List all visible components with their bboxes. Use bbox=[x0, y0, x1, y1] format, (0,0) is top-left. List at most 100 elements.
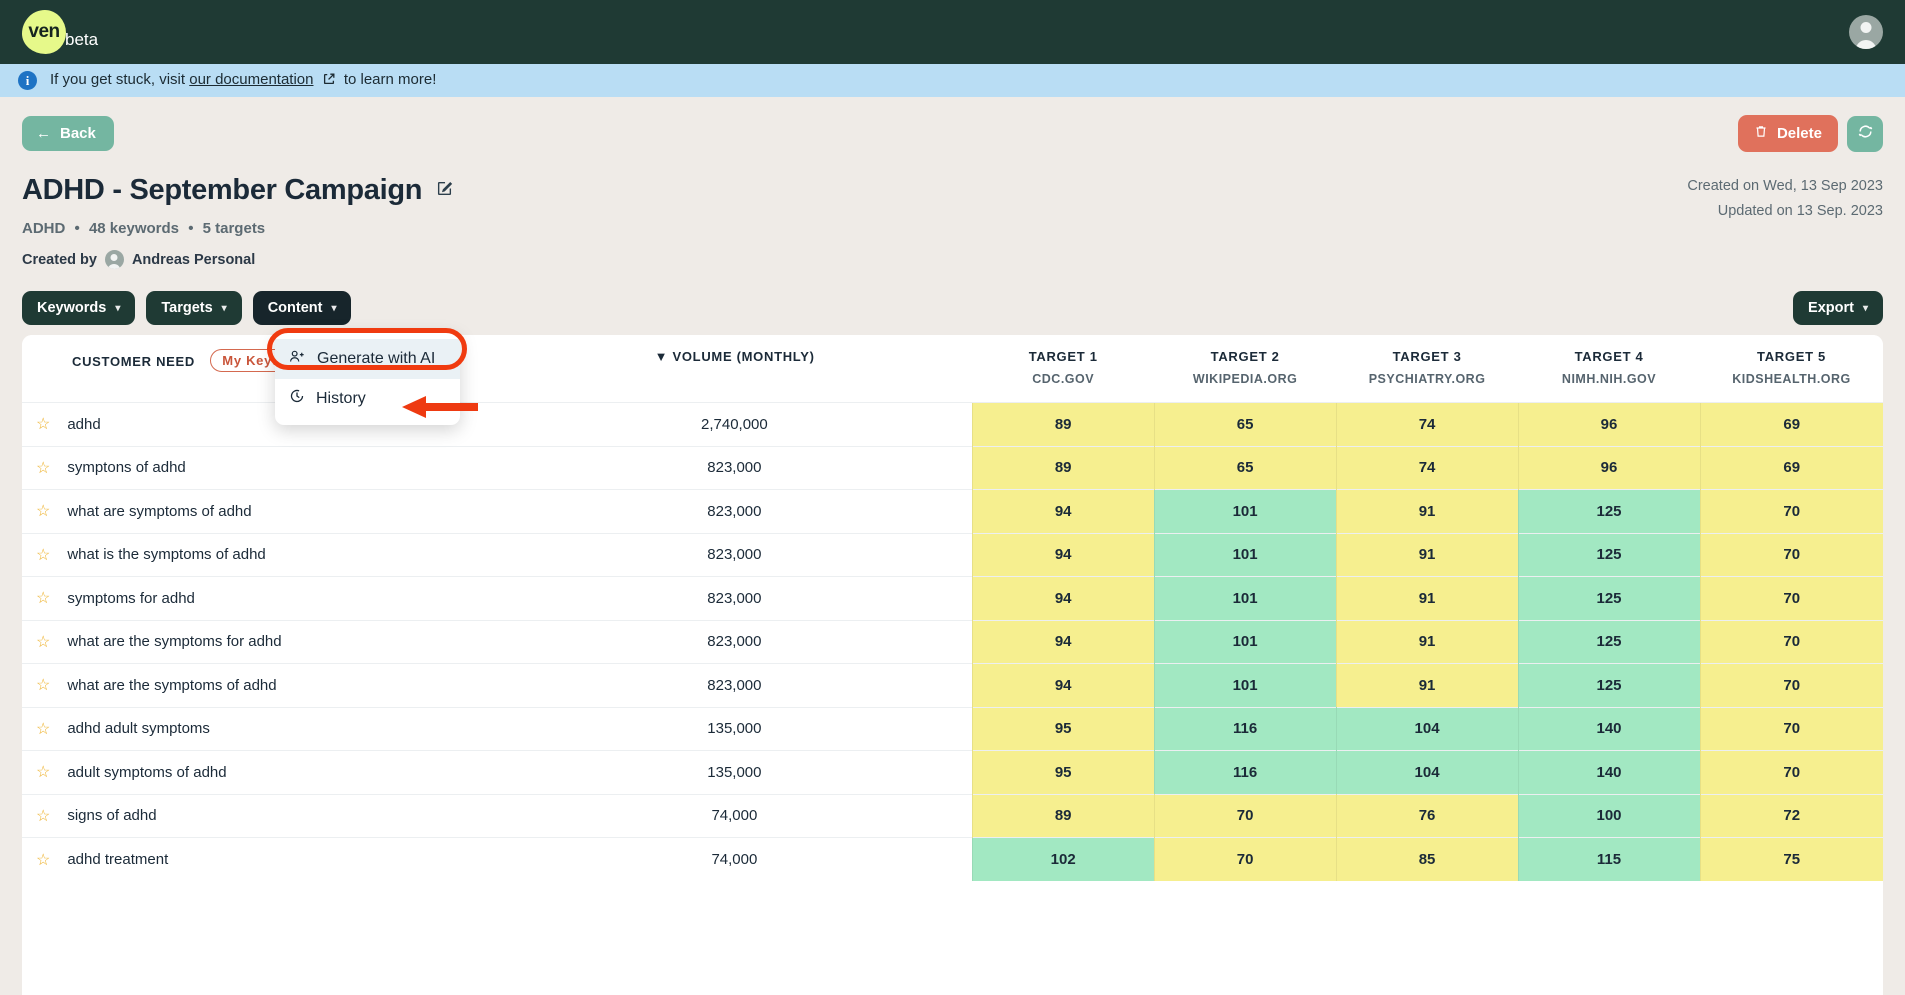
cell-target-2-score: 101 bbox=[1153, 619, 1337, 664]
cell-target-3-score: 91 bbox=[1335, 576, 1519, 620]
column-target-3[interactable]: TARGET 3 PSYCHIATRY.ORG bbox=[1336, 335, 1519, 403]
table-row[interactable]: ☆ symptons of adhd 823,000 89 65 74 96 69 bbox=[22, 445, 1883, 490]
creator-avatar bbox=[104, 250, 124, 269]
column-target-5[interactable]: TARGET 5 KIDSHEALTH.ORG bbox=[1700, 335, 1883, 403]
cell-target-5-score: 70 bbox=[1699, 489, 1883, 533]
banner-suffix: to learn more! bbox=[343, 71, 437, 88]
table-row[interactable]: ☆ adhd treatment 74,000 102 70 85 115 75 bbox=[22, 837, 1883, 881]
column-target-4[interactable]: TARGET 4 NIMH.NIH.GOV bbox=[1518, 335, 1700, 403]
cell-volume: 135,000 bbox=[497, 706, 973, 751]
cell-target-5-score: 69 bbox=[1699, 445, 1883, 490]
target-1-number: TARGET 1 bbox=[1028, 349, 1098, 364]
table-row[interactable]: ☆ adhd adult symptoms 135,000 95 116 104 140 70 bbox=[22, 706, 1883, 751]
external-link-icon bbox=[322, 72, 336, 90]
documentation-link[interactable]: our documentation bbox=[189, 71, 313, 88]
star-outline-icon[interactable]: ☆ bbox=[36, 762, 50, 782]
delete-button[interactable]: Delete bbox=[1737, 115, 1838, 152]
keywords-menu-button[interactable]: Keywords ▾ bbox=[22, 291, 136, 325]
star-outline-icon[interactable]: ☆ bbox=[36, 588, 50, 608]
column-customer-need-label: CUSTOMER NEED bbox=[72, 354, 195, 369]
content-dropdown-menu: Generate with AI History bbox=[267, 328, 467, 425]
logo-text: ven bbox=[28, 21, 60, 42]
cell-target-1-score: 95 bbox=[971, 706, 1155, 751]
timestamps-block: Created on Wed, 13 Sep 2023 Updated on 1… bbox=[1687, 174, 1883, 223]
cell-target-4-score: 125 bbox=[1517, 619, 1700, 664]
cell-volume: 74,000 bbox=[497, 793, 973, 838]
column-target-2[interactable]: TARGET 2 WIKIPEDIA.ORG bbox=[1154, 335, 1337, 403]
created-on-text: Created on Wed, 13 Sep 2023 bbox=[1687, 178, 1883, 194]
back-button[interactable]: ← Back bbox=[22, 116, 114, 151]
cell-target-3-score: 76 bbox=[1335, 793, 1519, 838]
menu-item-generate-with-ai[interactable]: Generate with AI bbox=[267, 328, 467, 379]
star-outline-icon[interactable]: ☆ bbox=[36, 458, 50, 478]
cell-target-4-score: 100 bbox=[1517, 793, 1700, 838]
cell-volume: 823,000 bbox=[497, 445, 973, 490]
cell-target-2-score: 101 bbox=[1153, 576, 1337, 620]
table-row[interactable]: ☆ what are symptoms of adhd 823,000 94 101 91… bbox=[22, 489, 1883, 533]
targets-menu-button[interactable]: Targets ▾ bbox=[146, 291, 242, 325]
menu-item-history[interactable]: History bbox=[275, 379, 460, 418]
table-row[interactable]: ☆ signs of adhd 74,000 89 70 76 100 72 bbox=[22, 793, 1883, 838]
keywords-menu-label: Keywords bbox=[37, 300, 107, 316]
cell-target-2-score: 70 bbox=[1153, 837, 1337, 881]
target-5-number: TARGET 5 bbox=[1757, 349, 1826, 364]
keyword-label: symptons of adhd bbox=[67, 459, 186, 477]
refresh-button[interactable] bbox=[1847, 115, 1883, 152]
table-row[interactable]: ☆ adult symptoms of adhd 135,000 95 116 104 14… bbox=[22, 750, 1883, 794]
target-3-number: TARGET 3 bbox=[1392, 349, 1462, 364]
keyword-label: adhd treatment bbox=[67, 851, 169, 868]
cell-keyword: ☆ what is the symptoms of adhd bbox=[22, 532, 498, 577]
keyword-label: what are symptoms of adhd bbox=[67, 502, 252, 520]
keyword-label: adult symptoms of adhd bbox=[67, 763, 227, 781]
edit-pencil-icon[interactable] bbox=[436, 180, 453, 202]
chevron-down-icon: ▾ bbox=[1862, 302, 1868, 314]
cell-target-2-score: 65 bbox=[1153, 445, 1337, 490]
target-5-domain: KIDSHEALTH.ORG bbox=[1732, 372, 1851, 386]
content-menu-button[interactable]: Content ▾ bbox=[252, 291, 352, 325]
cell-target-4-score: 115 bbox=[1517, 837, 1700, 881]
keywords-table-container[interactable]: CUSTOMER NEED My Keyword ▼ VOLUME (MONTH… bbox=[22, 335, 1883, 995]
column-target-1[interactable]: TARGET 1 CDC.GOV bbox=[972, 335, 1155, 403]
cell-target-1-score: 94 bbox=[971, 619, 1155, 664]
table-row[interactable]: ☆ what are the symptoms of adhd 823,000 94 1… bbox=[22, 663, 1883, 707]
cell-target-5-score: 70 bbox=[1699, 750, 1883, 794]
cell-target-5-score: 69 bbox=[1699, 402, 1883, 446]
cell-target-3-score: 91 bbox=[1335, 489, 1519, 533]
cell-target-5-score: 70 bbox=[1699, 576, 1883, 620]
subtitle-targets: 5 targets bbox=[202, 220, 266, 237]
banner-text: If you get stuck, visit our documentatio… bbox=[50, 71, 436, 90]
export-menu-button[interactable]: Export ▾ bbox=[1793, 291, 1883, 325]
cell-target-2-score: 65 bbox=[1153, 402, 1337, 446]
brand-logo[interactable]: ven beta bbox=[22, 10, 98, 54]
cell-target-2-score: 116 bbox=[1153, 706, 1337, 751]
table-body: ☆ adhd 2,740,000 89 65 74 96 69 ☆ symptons of adh… bbox=[22, 402, 1883, 881]
target-2-number: TARGET 2 bbox=[1210, 349, 1280, 364]
star-outline-icon[interactable]: ☆ bbox=[36, 806, 50, 826]
header-right-actions: Delete bbox=[1737, 115, 1883, 152]
keyword-label: what are the symptoms for adhd bbox=[67, 633, 282, 651]
avatar[interactable] bbox=[1849, 15, 1883, 49]
toolbar-left-group: Keywords ▾ Targets ▾ Content ▾ bbox=[22, 291, 352, 325]
chevron-down-icon: ▾ bbox=[221, 302, 227, 314]
keyword-label: symptoms for adhd bbox=[67, 589, 195, 607]
star-outline-icon[interactable]: ☆ bbox=[36, 501, 50, 521]
page-title: ADHD - September Campaign bbox=[22, 174, 423, 206]
star-outline-icon[interactable]: ☆ bbox=[36, 632, 50, 652]
table-row[interactable]: ☆ what is the symptoms of adhd 823,000 94 10… bbox=[22, 532, 1883, 577]
star-outline-icon[interactable]: ☆ bbox=[36, 675, 50, 695]
delete-button-label: Delete bbox=[1776, 125, 1822, 142]
updated-on-text: Updated on 13 Sep. 2023 bbox=[1717, 202, 1883, 219]
star-outline-icon[interactable]: ☆ bbox=[36, 719, 50, 739]
column-volume[interactable]: ▼ VOLUME (MONTHLY) bbox=[497, 335, 973, 403]
cell-target-2-score: 101 bbox=[1153, 532, 1337, 577]
table-row[interactable]: ☆ symptoms for adhd 823,000 94 101 91 125 70 bbox=[22, 576, 1883, 620]
star-outline-icon[interactable]: ☆ bbox=[36, 414, 50, 434]
cell-volume: 823,000 bbox=[497, 489, 973, 533]
created-by-row: Created by Andreas Personal bbox=[22, 250, 453, 269]
header-title-row: ADHD - September Campaign ADHD • 48 keyw… bbox=[22, 174, 1883, 269]
star-outline-icon[interactable]: ☆ bbox=[36, 850, 50, 870]
table-row[interactable]: ☆ what are the symptoms for adhd 823,000 94… bbox=[22, 619, 1883, 664]
star-outline-icon[interactable]: ☆ bbox=[36, 545, 50, 565]
cell-keyword: ☆ adhd adult symptoms bbox=[22, 706, 498, 751]
cell-target-3-score: 104 bbox=[1335, 706, 1519, 751]
